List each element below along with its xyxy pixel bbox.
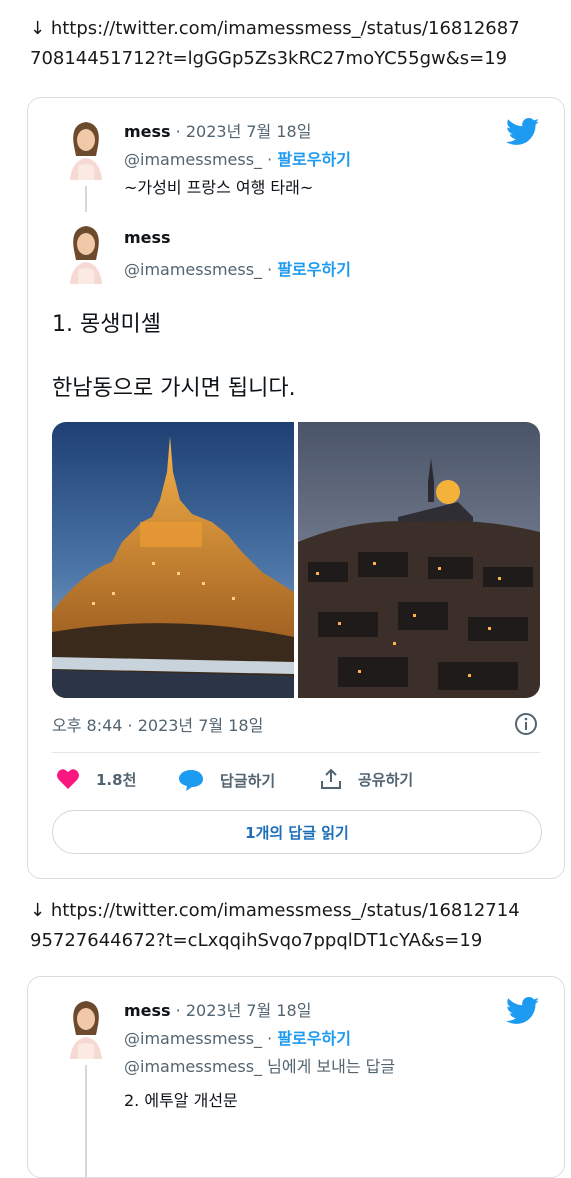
speech-bubble-icon [179, 770, 203, 791]
reply-to-label[interactable]: @imamessmess_ 님에게 보내는 답글 [124, 1053, 395, 1077]
main-handle-row: @imamessmess_ · 팔로우하기 [124, 256, 351, 280]
share-label: 공유하기 [358, 770, 414, 789]
tweet-url-1-line2[interactable]: 70814451712?t=lgGGp5Zs3kRC27moYC55gw&s=1… [30, 48, 507, 69]
tweet-date[interactable]: · 2023년 7월 18일 [176, 1001, 312, 1020]
author-name[interactable]: mess [124, 122, 171, 141]
share-button[interactable]: 공유하기 [320, 768, 413, 790]
tweet-embed-card-2: mess · 2023년 7월 18일 @imamessmess_ · 팔로우하… [27, 976, 565, 1178]
separator-dot: · [267, 1029, 273, 1048]
read-replies-button[interactable]: 1개의 답글 읽기 [52, 810, 542, 854]
reply-label: 답글하기 [220, 771, 276, 790]
tweet-url-2-line1[interactable]: https://twitter.com/imamessmess_/status/… [51, 900, 520, 921]
tweet-url-1-line1[interactable]: https://twitter.com/imamessmess_/status/… [51, 18, 520, 39]
tweet-url-2[interactable]: ↓ https://twitter.com/imamessmess_/statu… [30, 896, 560, 956]
follow-button[interactable]: 팔로우하기 [277, 1029, 351, 1048]
separator-dot: · [267, 260, 273, 279]
divider [52, 752, 540, 753]
tweet-photo-mont-saint-michel[interactable] [52, 422, 294, 698]
twitter-bird-icon[interactable] [505, 118, 540, 150]
avatar[interactable] [60, 116, 112, 180]
tweet-text-line1: 1. 몽생미셸 [52, 312, 161, 337]
tweet-photo-hannam-dong[interactable] [298, 422, 540, 698]
thread-line [85, 186, 87, 212]
tweet-timestamp[interactable]: 오후 8:44 · 2023년 7월 18일 [52, 712, 263, 736]
reply-button[interactable]: 답글하기 [178, 768, 275, 792]
tweet-url-2-line2[interactable]: 95727644672?t=cLxqqihSvqo7ppqlDT1cYA&s=1… [30, 930, 482, 951]
tweet-text-line2: 한남동으로 가시면 됩니다. [52, 376, 296, 401]
download-arrow-icon: ↓ [30, 18, 46, 39]
author-handle[interactable]: @imamessmess_ [124, 150, 262, 169]
follow-button[interactable]: 팔로우하기 [277, 150, 351, 169]
avatar[interactable] [60, 220, 112, 284]
thread-line [85, 1065, 87, 1177]
author-handle[interactable]: @imamessmess_ [124, 1029, 262, 1048]
tweet2-header: mess · 2023년 7월 18일 [124, 997, 311, 1021]
share-icon [321, 768, 341, 789]
main-tweet-name-row: mess [124, 228, 171, 247]
tweet-embed-card-1: mess · 2023년 7월 18일 @imamessmess_ · 팔로우하… [27, 97, 565, 879]
like-count: 1.8천 [96, 770, 137, 789]
follow-button[interactable]: 팔로우하기 [277, 260, 351, 279]
tweet2-handle-row: @imamessmess_ · 팔로우하기 [124, 1025, 351, 1049]
info-icon[interactable] [514, 712, 538, 740]
parent-handle-row: @imamessmess_ · 팔로우하기 [124, 146, 351, 170]
like-button[interactable]: 1.8천 [56, 768, 136, 790]
parent-tweet-text: ~가성비 프랑스 여행 타래~ [124, 178, 314, 197]
download-arrow-icon: ↓ [30, 900, 46, 921]
author-name[interactable]: mess [124, 228, 171, 247]
author-handle[interactable]: @imamessmess_ [124, 260, 262, 279]
tweet2-text: 2. 에투알 개선문 [124, 1091, 238, 1110]
separator-dot: · [267, 150, 273, 169]
avatar[interactable] [60, 995, 112, 1059]
tweet-url-1[interactable]: ↓ https://twitter.com/imamessmess_/statu… [30, 14, 560, 74]
heart-icon [57, 769, 79, 789]
twitter-bird-icon[interactable] [505, 997, 540, 1029]
tweet-date[interactable]: · 2023년 7월 18일 [176, 122, 312, 141]
parent-tweet-header: mess · 2023년 7월 18일 [124, 118, 311, 142]
author-name[interactable]: mess [124, 1001, 171, 1020]
